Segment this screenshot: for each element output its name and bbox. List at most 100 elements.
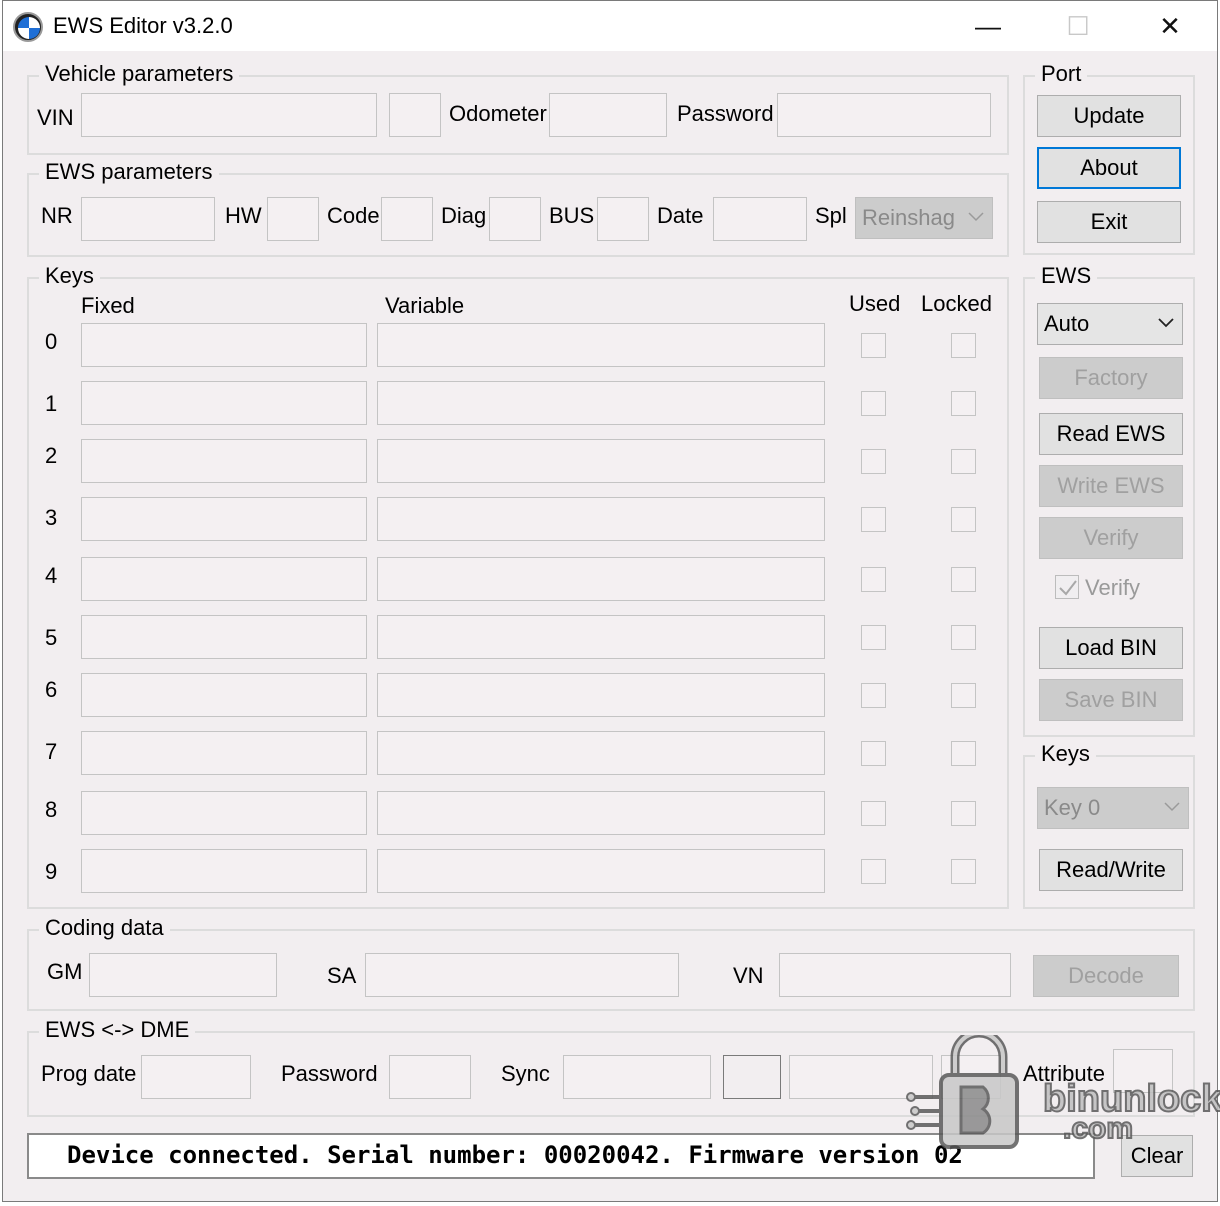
decode-button[interactable]: Decode bbox=[1033, 955, 1179, 997]
code-label: Code bbox=[327, 203, 380, 228]
load-bin-button[interactable]: Load BIN bbox=[1039, 627, 1183, 669]
used-column-header: Used bbox=[849, 291, 901, 316]
bmw-logo-icon bbox=[13, 12, 43, 42]
key-used-checkbox[interactable] bbox=[861, 449, 886, 474]
key-fixed-field[interactable] bbox=[81, 731, 367, 775]
key-variable-field[interactable] bbox=[377, 323, 825, 367]
key-fixed-field[interactable] bbox=[81, 791, 367, 835]
prog-date-field[interactable] bbox=[141, 1055, 251, 1099]
hw-field[interactable] bbox=[267, 197, 319, 241]
read-write-button[interactable]: Read/Write bbox=[1039, 849, 1183, 891]
ews-mode-combobox[interactable]: Auto bbox=[1037, 303, 1183, 345]
sync-label: Sync bbox=[501, 1061, 550, 1086]
key-used-checkbox[interactable] bbox=[861, 859, 886, 884]
key-locked-checkbox[interactable] bbox=[951, 333, 976, 358]
update-button[interactable]: Update bbox=[1037, 95, 1181, 137]
key-used-checkbox[interactable] bbox=[861, 801, 886, 826]
dme-password-field[interactable] bbox=[389, 1055, 471, 1099]
key-row-index: 3 bbox=[45, 505, 58, 530]
read-ews-button[interactable]: Read EWS bbox=[1039, 413, 1183, 455]
vin-field[interactable] bbox=[81, 93, 377, 137]
bus-field[interactable] bbox=[597, 197, 649, 241]
key-used-checkbox[interactable] bbox=[861, 391, 886, 416]
key-fixed-field[interactable] bbox=[81, 849, 367, 893]
about-button[interactable]: About bbox=[1037, 147, 1181, 189]
keys-panel-title: Keys bbox=[1035, 741, 1096, 767]
key-locked-checkbox[interactable] bbox=[951, 391, 976, 416]
factory-button[interactable]: Factory bbox=[1039, 357, 1183, 399]
exit-button[interactable]: Exit bbox=[1037, 201, 1181, 243]
key-used-checkbox[interactable] bbox=[861, 507, 886, 532]
close-button[interactable]: ✕ bbox=[1125, 1, 1215, 51]
key-used-checkbox[interactable] bbox=[861, 683, 886, 708]
key-variable-field[interactable] bbox=[377, 615, 825, 659]
key-fixed-field[interactable] bbox=[81, 557, 367, 601]
key-variable-field[interactable] bbox=[377, 497, 825, 541]
key-fixed-field[interactable] bbox=[81, 381, 367, 425]
diag-label: Diag bbox=[441, 203, 487, 228]
gm-field[interactable] bbox=[89, 953, 277, 997]
prog-date-label: Prog date bbox=[41, 1061, 137, 1086]
ews-parameters-title: EWS parameters bbox=[39, 159, 219, 185]
sync-extra-field[interactable] bbox=[723, 1055, 781, 1099]
key-variable-field[interactable] bbox=[377, 731, 825, 775]
key-used-checkbox[interactable] bbox=[861, 333, 886, 358]
key-variable-field[interactable] bbox=[377, 557, 825, 601]
padlock-logo-icon bbox=[906, 1035, 1019, 1149]
password-label: Password bbox=[677, 101, 774, 126]
key-locked-checkbox[interactable] bbox=[951, 507, 976, 532]
ews-dme-title: EWS <-> DME bbox=[39, 1017, 196, 1043]
key-locked-checkbox[interactable] bbox=[951, 859, 976, 884]
key-fixed-field[interactable] bbox=[81, 497, 367, 541]
key-locked-checkbox[interactable] bbox=[951, 449, 976, 474]
save-bin-button[interactable]: Save BIN bbox=[1039, 679, 1183, 721]
key-fixed-field[interactable] bbox=[81, 439, 367, 483]
maximize-button[interactable]: ☐ bbox=[1033, 1, 1123, 51]
verify-checkbox[interactable] bbox=[1055, 575, 1079, 599]
title-bar: EWS Editor v3.2.0 — ☐ ✕ bbox=[3, 1, 1217, 51]
key-select-combobox[interactable]: Key 0 bbox=[1037, 787, 1189, 829]
key-variable-field[interactable] bbox=[377, 849, 825, 893]
vin-check-field[interactable] bbox=[389, 93, 441, 137]
key-variable-field[interactable] bbox=[377, 439, 825, 483]
vn-field[interactable] bbox=[779, 953, 1011, 997]
key-select-value: Key 0 bbox=[1044, 795, 1101, 820]
odometer-field[interactable] bbox=[549, 93, 667, 137]
key-locked-checkbox[interactable] bbox=[951, 567, 976, 592]
key-locked-checkbox[interactable] bbox=[951, 683, 976, 708]
hw-label: HW bbox=[225, 203, 262, 228]
key-locked-checkbox[interactable] bbox=[951, 801, 976, 826]
key-used-checkbox[interactable] bbox=[861, 567, 886, 592]
key-fixed-field[interactable] bbox=[81, 615, 367, 659]
key-row-index: 7 bbox=[45, 739, 58, 764]
minimize-button[interactable]: — bbox=[943, 1, 1033, 51]
write-ews-button[interactable]: Write EWS bbox=[1039, 465, 1183, 507]
odometer-label: Odometer bbox=[449, 101, 547, 126]
main-window: EWS Editor v3.2.0 — ☐ ✕ Vehicle paramete… bbox=[2, 0, 1220, 1202]
nr-field[interactable] bbox=[81, 197, 215, 241]
port-title: Port bbox=[1035, 61, 1088, 87]
diag-field[interactable] bbox=[489, 197, 541, 241]
date-field[interactable] bbox=[713, 197, 807, 241]
sa-field[interactable] bbox=[365, 953, 679, 997]
key-row-index: 2 bbox=[45, 443, 58, 468]
key-locked-checkbox[interactable] bbox=[951, 625, 976, 650]
key-used-checkbox[interactable] bbox=[861, 741, 886, 766]
code-field[interactable] bbox=[381, 197, 433, 241]
watermark-domain: .com bbox=[1062, 1112, 1134, 1146]
key-used-checkbox[interactable] bbox=[861, 625, 886, 650]
key-variable-field[interactable] bbox=[377, 673, 825, 717]
key-fixed-field[interactable] bbox=[81, 673, 367, 717]
spl-combobox[interactable]: Reinshag bbox=[855, 197, 993, 239]
key-locked-checkbox[interactable] bbox=[951, 741, 976, 766]
bus-label: BUS bbox=[549, 203, 595, 228]
key-variable-field[interactable] bbox=[377, 381, 825, 425]
key-variable-field[interactable] bbox=[377, 791, 825, 835]
password-field[interactable] bbox=[777, 93, 991, 137]
vin-label: VIN bbox=[37, 105, 74, 130]
sync-field[interactable] bbox=[563, 1055, 711, 1099]
key-fixed-field[interactable] bbox=[81, 323, 367, 367]
key-row-index: 8 bbox=[45, 797, 58, 822]
spl-label: Spl bbox=[815, 203, 847, 228]
verify-button[interactable]: Verify bbox=[1039, 517, 1183, 559]
